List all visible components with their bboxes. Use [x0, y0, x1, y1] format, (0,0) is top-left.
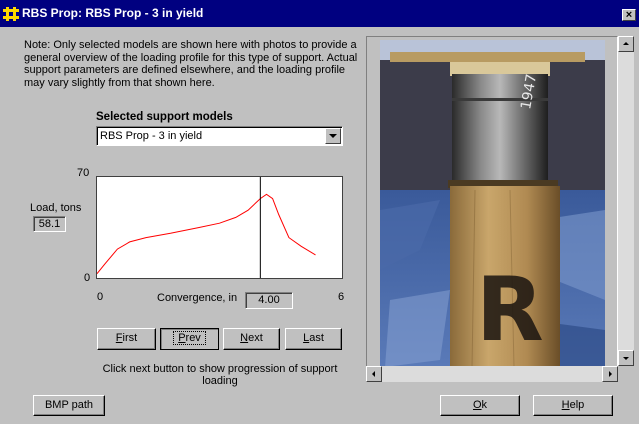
- close-icon[interactable]: ×: [622, 9, 636, 21]
- scroll-left-icon[interactable]: [366, 366, 382, 382]
- dropdown-arrow-icon[interactable]: [325, 128, 341, 144]
- photo-vertical-scrollbar[interactable]: [618, 36, 634, 366]
- dropdown-value: RBS Prop - 3 in yield: [100, 130, 203, 142]
- title-bar[interactable]: RBS Prop: RBS Prop - 3 in yield ×: [0, 0, 639, 27]
- ok-button[interactable]: Ok: [440, 395, 520, 416]
- note-text: Note: Only selected models are shown her…: [24, 39, 358, 89]
- scroll-up-icon[interactable]: [618, 36, 634, 52]
- app-icon: [3, 7, 19, 21]
- load-curve-series-0: [97, 193, 316, 275]
- window-title: RBS Prop: RBS Prop - 3 in yield: [22, 6, 204, 20]
- photo-horizontal-scrollbar[interactable]: [366, 366, 618, 382]
- chart-canvas: [97, 177, 316, 278]
- selected-models-label: Selected support models: [96, 111, 233, 123]
- scroll-down-icon[interactable]: [618, 350, 634, 366]
- last-button[interactable]: Last: [285, 328, 342, 350]
- y-axis-label: Load, tons: [30, 202, 82, 214]
- x-tick-min: 0: [97, 291, 104, 303]
- svg-text:R: R: [476, 258, 544, 361]
- y-tick-min: 0: [84, 272, 91, 284]
- next-button[interactable]: Next: [223, 328, 280, 350]
- scroll-right-icon[interactable]: [602, 366, 618, 382]
- first-button[interactable]: First: [97, 328, 156, 350]
- x-axis-label: Convergence, in: [157, 292, 238, 304]
- support-photo: 1947 R: [380, 40, 605, 367]
- help-button[interactable]: Help: [533, 395, 613, 416]
- rbs-prop-dialog: RBS Prop: RBS Prop - 3 in yield × Note: …: [0, 0, 639, 424]
- support-photo-panel: 1947 R: [366, 36, 618, 381]
- x-tick-max: 6: [338, 291, 345, 303]
- loading-profile-chart: [96, 176, 343, 279]
- convergence-readout: 4.00: [245, 292, 293, 309]
- prev-button[interactable]: Prev: [160, 328, 219, 350]
- hint-text: Click next button to show progression of…: [102, 363, 338, 387]
- load-readout: 58.1: [33, 216, 66, 232]
- bmp-path-button[interactable]: BMP path: [33, 395, 105, 416]
- y-tick-max: 70: [77, 167, 90, 179]
- support-model-dropdown[interactable]: RBS Prop - 3 in yield: [96, 126, 343, 146]
